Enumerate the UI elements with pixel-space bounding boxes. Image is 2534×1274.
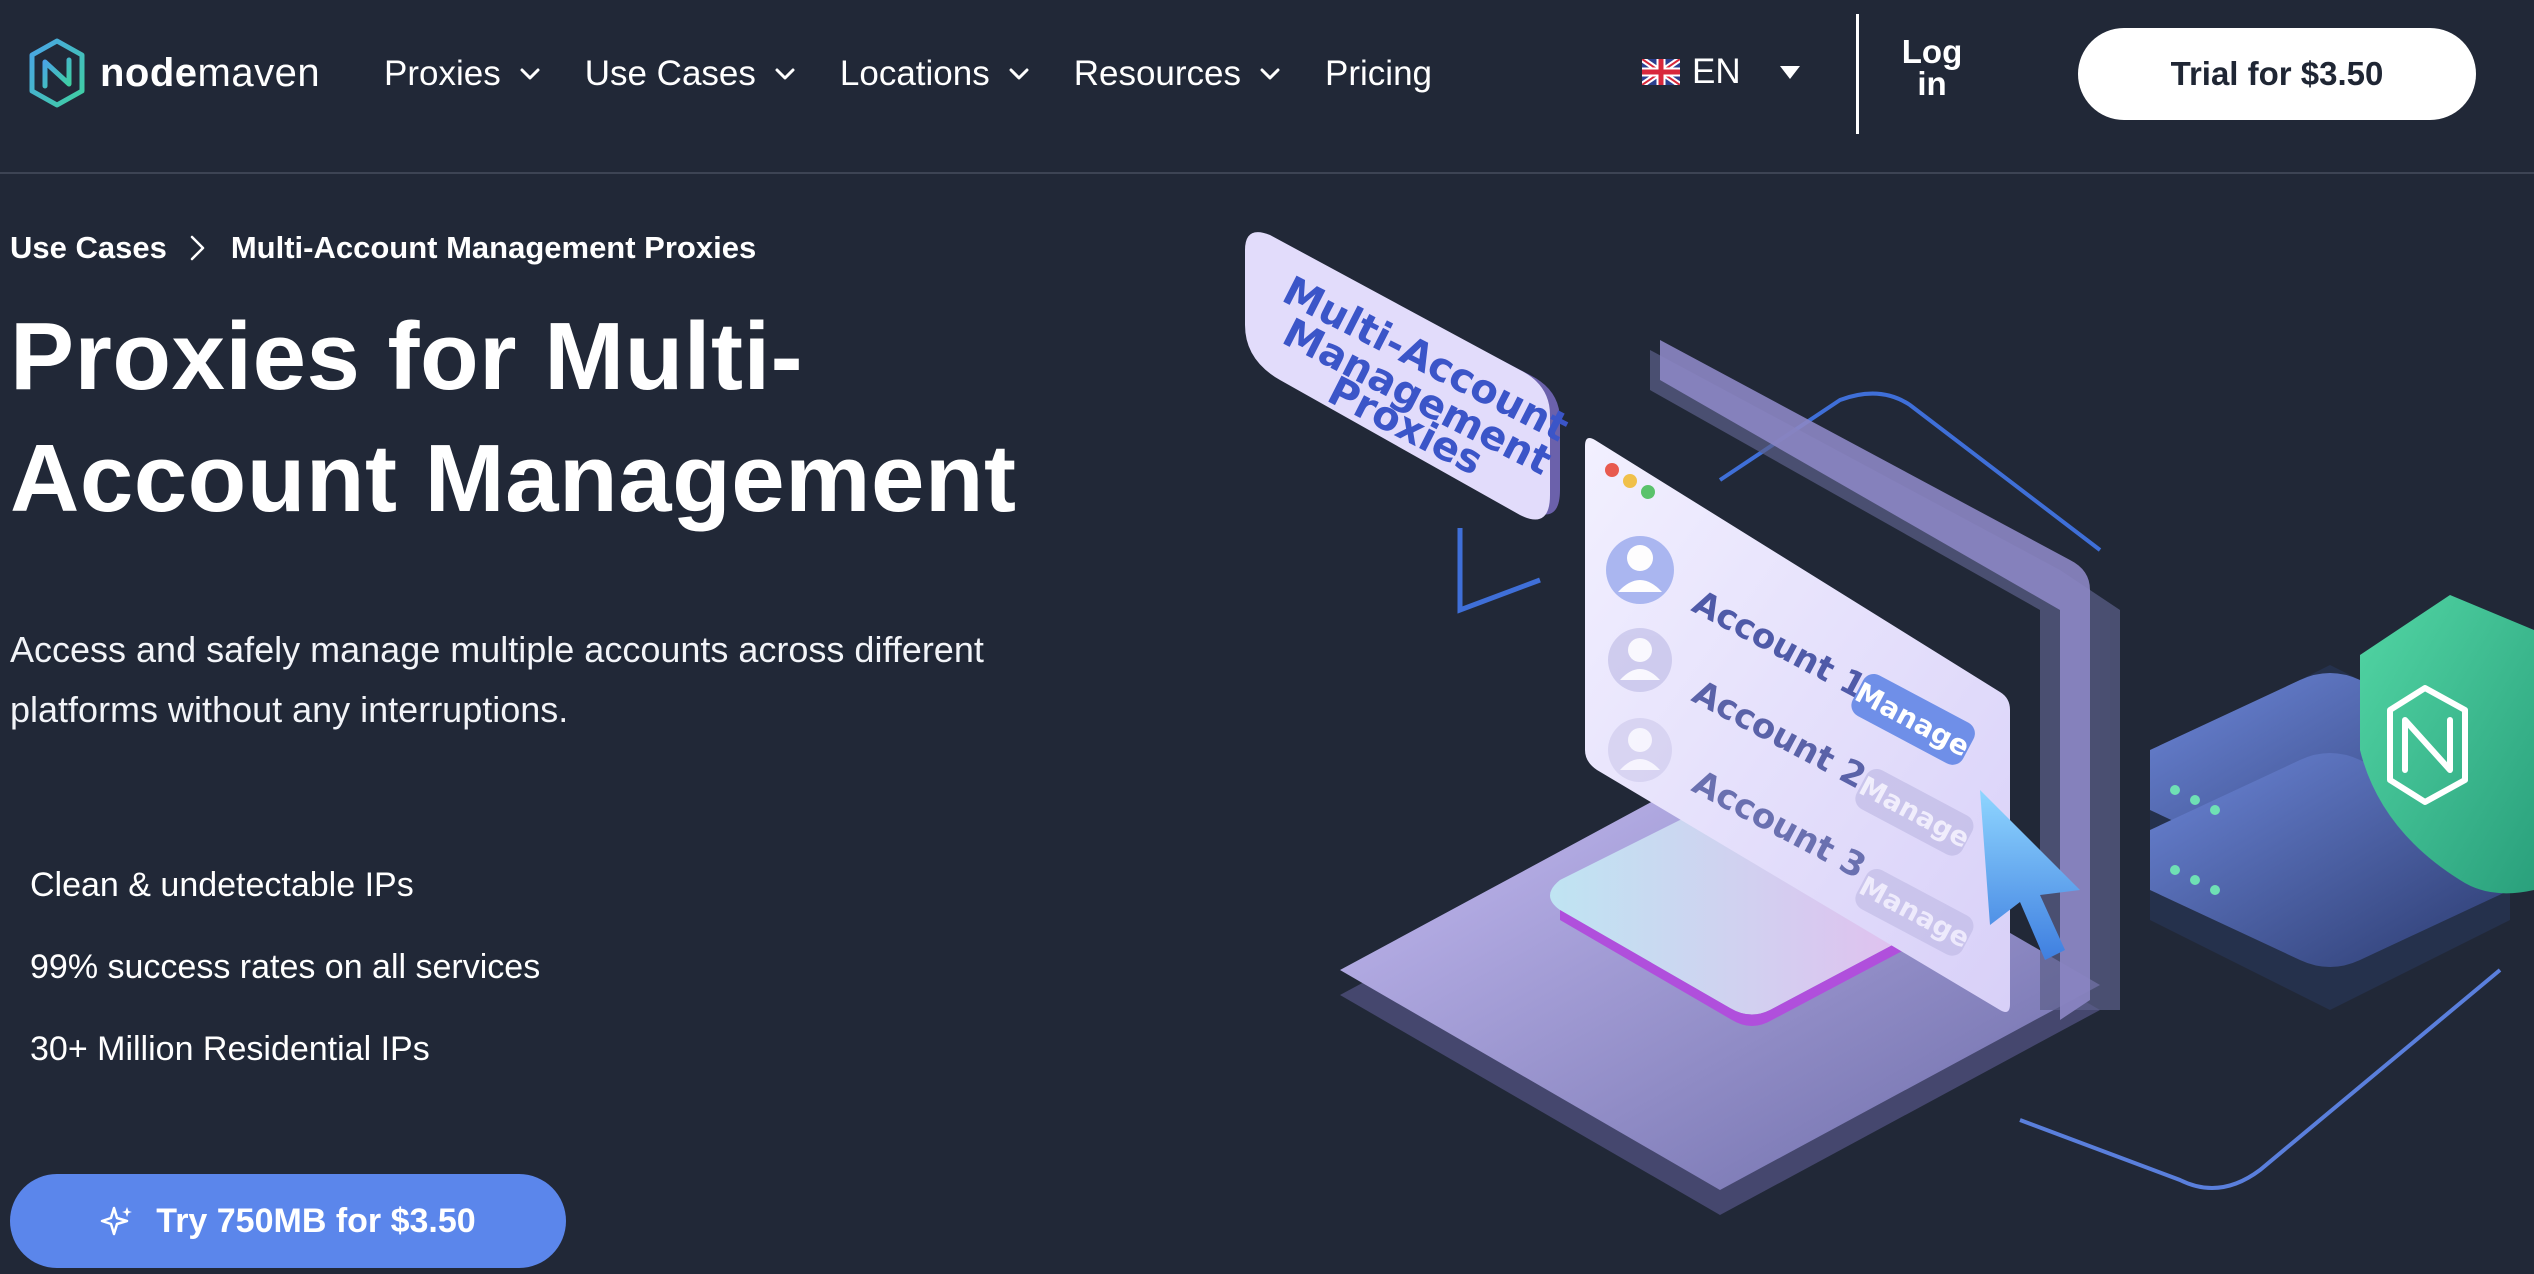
- breadcrumb-parent[interactable]: Use Cases: [10, 230, 167, 266]
- trial-button[interactable]: Trial for $3.50: [2078, 28, 2476, 120]
- chevron-down-icon: [775, 68, 795, 80]
- breadcrumb-current: Multi-Account Management Proxies: [230, 230, 757, 265]
- site-header: nodemaven Proxies Use Cases Locations Re…: [0, 0, 2534, 174]
- language-label: EN: [1692, 52, 1741, 91]
- sparkle-icon: [101, 1206, 133, 1236]
- nav-item-use-cases[interactable]: Use Cases: [585, 54, 796, 94]
- nav-item-label: Resources: [1073, 54, 1242, 93]
- hero-subtitle: Access and safely manage multiple accoun…: [10, 629, 984, 730]
- caret-down-icon: [1779, 66, 1800, 79]
- brand-name: nodemaven: [100, 50, 321, 95]
- nodemaven-logo[interactable]: nodemaven: [28, 38, 320, 108]
- feature-item: 99% success rates on all services: [30, 948, 541, 986]
- avatar-icon: [1606, 536, 1674, 604]
- avatar-icon: [1608, 718, 1672, 782]
- feature-item: Clean & undetectable IPs: [30, 866, 414, 904]
- chevron-down-icon: [1009, 68, 1029, 80]
- login-link[interactable]: Log in: [1890, 35, 1974, 100]
- nav-item-resources[interactable]: Resources: [1074, 54, 1281, 94]
- nav-item-label: Use Cases: [584, 54, 756, 93]
- language-selector[interactable]: EN: [1642, 52, 1801, 92]
- avatar-icon: [1608, 628, 1672, 692]
- chevron-down-icon: [520, 68, 540, 80]
- nav-item-label: Locations: [839, 54, 990, 93]
- nav-item-label: Pricing: [1325, 54, 1432, 93]
- connector-line: [1457, 528, 1541, 614]
- try-trial-label: Try 750MB for $3.50: [156, 1201, 476, 1240]
- page-title: Proxies for Multi-Account Management: [10, 303, 1017, 532]
- isometric-illustration: Account 1 Account 2 Account 3 Manage Man…: [1245, 232, 2534, 1215]
- nodemaven-logo-icon: [29, 38, 85, 108]
- nav-item-pricing[interactable]: Pricing: [1325, 54, 1432, 94]
- hero-illustration: Account 1 Account 2 Account 3 Manage Man…: [1200, 190, 2534, 1274]
- chevron-right-icon: [190, 235, 205, 261]
- nav-item-locations[interactable]: Locations: [840, 54, 1030, 94]
- chevron-down-icon: [1260, 68, 1280, 80]
- feature-list: Clean & undetectable IPs 99% success rat…: [30, 860, 540, 1106]
- main-nav: Proxies Use Cases Locations Resources Pr…: [384, 44, 1476, 104]
- try-trial-button[interactable]: Try 750MB for $3.50: [10, 1174, 566, 1268]
- uk-flag-icon: [1642, 59, 1680, 85]
- breadcrumb: Use Cases Multi-Account Management Proxi…: [10, 230, 756, 266]
- feature-item: 30+ Million Residential IPs: [30, 1030, 430, 1068]
- header-divider: [1856, 14, 1859, 134]
- nav-item-label: Proxies: [384, 54, 501, 93]
- nav-item-proxies[interactable]: Proxies: [384, 54, 541, 94]
